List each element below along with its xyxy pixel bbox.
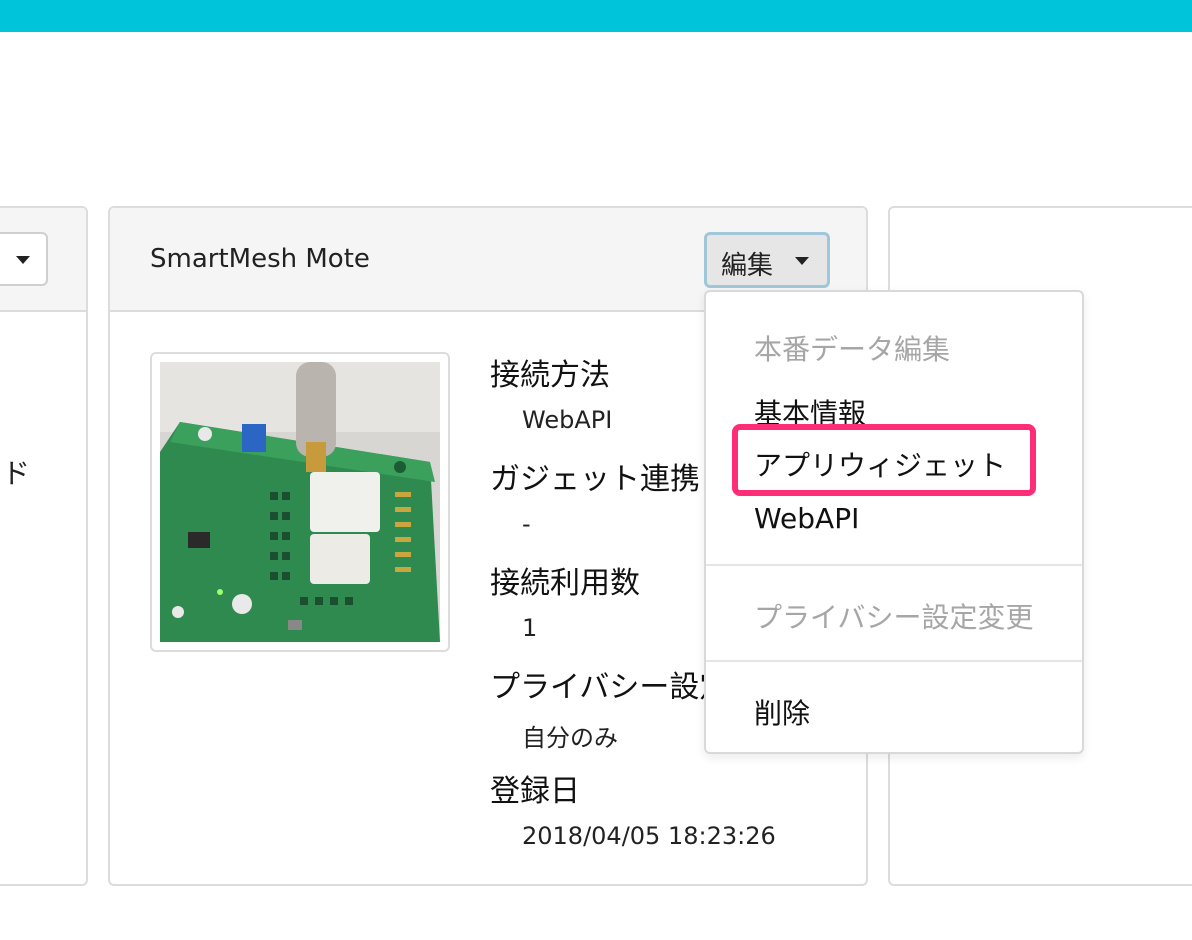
privacy-setting-value: 自分のみ (522, 724, 618, 752)
gadget-link-value: - (522, 510, 531, 538)
menu-header-production-data: 本番データ編集 (754, 333, 951, 366)
connection-count-label: 接続利用数 (490, 566, 640, 601)
left-card-text: ド (2, 457, 31, 490)
menu-item-privacy-change: プライバシー設定変更 (754, 601, 1034, 634)
device-title: SmartMesh Mote (150, 244, 370, 274)
connection-count-value: 1 (522, 614, 538, 642)
device-image (150, 352, 450, 652)
menu-divider (706, 564, 1082, 566)
left-card-edit-button[interactable] (0, 232, 48, 286)
edit-dropdown-button[interactable]: 編集 (704, 232, 830, 288)
device-board-photo (160, 362, 440, 642)
registration-date-label: 登録日 (490, 774, 580, 809)
connection-method-value: WebAPI (522, 406, 613, 434)
top-accent-bar (0, 0, 1192, 32)
chevron-down-icon (795, 257, 809, 265)
left-device-card: ド (0, 206, 88, 886)
privacy-setting-label: プライバシー設定 (490, 670, 730, 705)
edit-button-label: 編集 (721, 251, 774, 281)
menu-divider (706, 660, 1082, 662)
menu-item-delete[interactable]: 削除 (754, 692, 810, 732)
highlight-frame (732, 424, 1036, 496)
connection-method-label: 接続方法 (490, 358, 610, 393)
registration-date-value: 2018/04/05 18:23:26 (522, 822, 776, 850)
left-card-header (0, 208, 86, 312)
edit-dropdown-menu: 本番データ編集 基本情報 アプリウィジェット WebAPI プライバシー設定変更… (704, 290, 1084, 754)
chevron-down-icon (16, 256, 30, 264)
gadget-link-label: ガジェット連携 (490, 462, 700, 497)
menu-item-webapi[interactable]: WebAPI (754, 502, 859, 535)
